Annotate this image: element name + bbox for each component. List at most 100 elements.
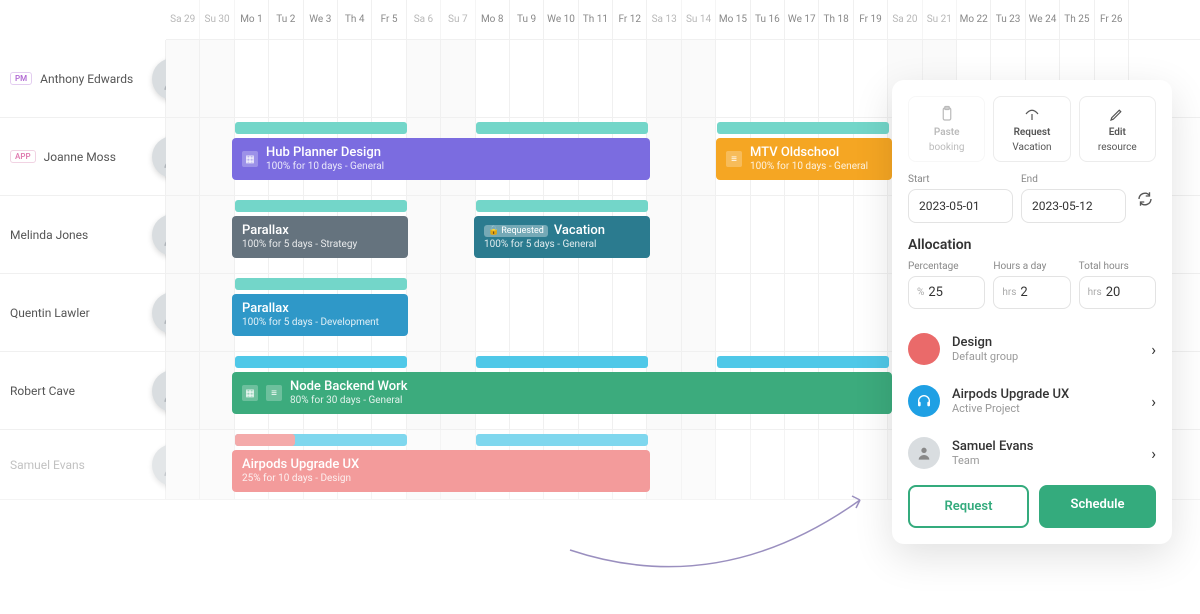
- resource-name: Joanne Moss: [44, 150, 116, 164]
- request-vacation-button[interactable]: Request Vacation: [993, 96, 1070, 162]
- edit-resource-button[interactable]: Edit resource: [1079, 96, 1156, 162]
- booking-bar-node[interactable]: ▦ ≡ Node Backend Work 80% for 30 days - …: [232, 372, 892, 414]
- booking-title: MTV Oldschool: [750, 145, 868, 161]
- booking-sub: 100% for 10 days - General: [266, 161, 384, 173]
- booking-bar-vacation[interactable]: 🔒 Requested Vacation 100% for 5 days - G…: [474, 216, 650, 258]
- hours-day-label: Hours a day: [993, 261, 1070, 272]
- booking-bar-hub-planner[interactable]: ▦ Hub Planner Design 100% for 10 days - …: [232, 138, 650, 180]
- capacity-strip: [476, 200, 648, 212]
- panel-item-title: Airpods Upgrade UX: [952, 387, 1139, 402]
- date-range: Start 2023-05-01 End 2023-05-12: [908, 174, 1156, 223]
- capacity-strip: [717, 122, 889, 134]
- lock-icon: 🔒: [488, 226, 499, 237]
- date-cell: Su 21: [923, 0, 957, 39]
- date-cell: Th 18: [819, 0, 853, 39]
- booking-sub: 80% for 30 days - General: [290, 395, 408, 407]
- booking-bar-mtv[interactable]: ≡ MTV Oldschool 100% for 10 days - Gener…: [716, 138, 892, 180]
- resource-name: Quentin Lawler: [10, 306, 90, 320]
- booking-title: Node Backend Work: [290, 379, 408, 395]
- date-cell: Su 14: [682, 0, 716, 39]
- date-cell: Th 25: [1060, 0, 1094, 39]
- resource-tag: PM: [10, 72, 32, 85]
- chevron-right-icon: ›: [1151, 444, 1156, 463]
- panel-item-sub: Active Project: [952, 402, 1139, 415]
- resource-side: Quentin Lawler: [0, 274, 166, 351]
- capacity-strip: [235, 278, 407, 290]
- booking-sub: 100% for 10 days - General: [750, 161, 868, 173]
- booking-title: Hub Planner Design: [266, 145, 384, 161]
- booking-title: Parallax: [242, 301, 379, 317]
- booking-sub: 100% for 5 days - Development: [242, 317, 379, 329]
- date-cell: Mo 15: [716, 0, 750, 39]
- date-cell: Su 30: [200, 0, 234, 39]
- person-icon: [916, 445, 932, 461]
- panel-item-project[interactable]: Airpods Upgrade UX Active Project ›: [908, 375, 1156, 427]
- resource-side: Melinda Jones: [0, 196, 166, 273]
- date-cell: Sa 13: [647, 0, 681, 39]
- chevron-right-icon: ›: [1151, 392, 1156, 411]
- panel-item-sub: Team: [952, 454, 1139, 467]
- booking-bar-parallax-dev[interactable]: Parallax 100% for 5 days - Development: [232, 294, 408, 336]
- chevron-right-icon: ›: [1151, 340, 1156, 359]
- note-icon: ▦: [242, 151, 258, 167]
- resource-tag: APP: [10, 150, 36, 163]
- date-cell: Tu 9: [510, 0, 544, 39]
- color-dot: [908, 333, 940, 365]
- date-cell: Fr 26: [1095, 0, 1129, 39]
- capacity-strip: [235, 122, 407, 134]
- allocation-title: Allocation: [908, 237, 1156, 253]
- date-cell: Th 4: [338, 0, 372, 39]
- date-cell: Sa 20: [888, 0, 922, 39]
- date-cell: Tu 23: [991, 0, 1025, 39]
- capacity-strip: [476, 356, 648, 368]
- date-cell: Fr 19: [854, 0, 888, 39]
- percentage-label: Percentage: [908, 261, 985, 272]
- capacity-strip: [717, 356, 889, 368]
- start-label: Start: [908, 174, 1013, 185]
- sync-icon: [1136, 190, 1154, 208]
- panel-item-sub: Default group: [952, 350, 1139, 363]
- resource-side: Robert Cave: [0, 352, 166, 429]
- date-cell: We 3: [304, 0, 338, 39]
- request-button[interactable]: Request: [908, 485, 1029, 528]
- list-icon: ≡: [726, 151, 742, 167]
- date-cell: Fr 5: [372, 0, 406, 39]
- date-cell: Sa 29: [166, 0, 200, 39]
- note-icon: ▦: [242, 385, 258, 401]
- panel-item-resource[interactable]: Samuel Evans Team ›: [908, 427, 1156, 479]
- total-hours-input[interactable]: hrs 20: [1079, 276, 1156, 309]
- sync-button[interactable]: [1134, 188, 1156, 210]
- clipboard-icon: [938, 105, 956, 123]
- resource-side: PM Anthony Edwards: [0, 40, 166, 117]
- schedule-button[interactable]: Schedule: [1039, 485, 1156, 528]
- resource-side: APP Joanne Moss: [0, 118, 166, 195]
- date-cell: Tu 16: [751, 0, 785, 39]
- panel-buttons: Request Schedule: [908, 485, 1156, 528]
- date-cell: We 24: [1026, 0, 1060, 39]
- booking-title: Parallax: [242, 223, 357, 239]
- percentage-input[interactable]: % 25: [908, 276, 985, 309]
- avatar: [908, 437, 940, 469]
- date-cell: Th 11: [579, 0, 613, 39]
- end-date-input[interactable]: 2023-05-12: [1021, 189, 1126, 223]
- panel-item-design[interactable]: Design Default group ›: [908, 323, 1156, 375]
- booking-bar-parallax[interactable]: Parallax 100% for 5 days - Strategy: [232, 216, 408, 258]
- booking-sub: 100% for 5 days - General: [484, 239, 605, 251]
- capacity-strip: [476, 434, 648, 446]
- booking-bar-airpods[interactable]: Airpods Upgrade UX 25% for 10 days - Des…: [232, 450, 650, 492]
- headphones-icon: [908, 385, 940, 417]
- date-cell: Fr 12: [613, 0, 647, 39]
- booking-title: Airpods Upgrade UX: [242, 457, 359, 473]
- date-header: Sa 29 Su 30 Mo 1 Tu 2 We 3 Th 4 Fr 5 Sa …: [166, 0, 1200, 40]
- allocation-fields: Percentage % 25 Hours a day hrs 2 Total …: [908, 261, 1156, 309]
- panel-item-title: Samuel Evans: [952, 439, 1139, 454]
- resource-name: Robert Cave: [10, 384, 75, 398]
- booking-panel: Paste booking Request Vacation Edit reso…: [892, 80, 1172, 544]
- start-date-input[interactable]: 2023-05-01: [908, 189, 1013, 223]
- booking-title: Vacation: [554, 223, 605, 239]
- resource-name: Samuel Evans: [10, 458, 85, 472]
- end-label: End: [1021, 174, 1126, 185]
- panel-actions: Paste booking Request Vacation Edit reso…: [908, 96, 1156, 162]
- date-cell: Sa 6: [407, 0, 441, 39]
- hours-day-input[interactable]: hrs 2: [993, 276, 1070, 309]
